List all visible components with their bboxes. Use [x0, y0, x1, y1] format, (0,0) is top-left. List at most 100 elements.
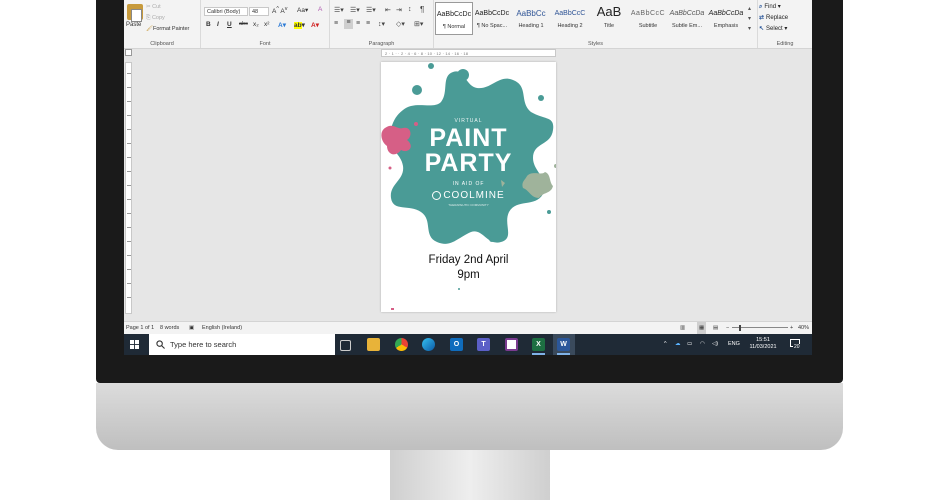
- notification-center-button[interactable]: 20: [789, 338, 802, 351]
- tab-selector[interactable]: [125, 49, 132, 56]
- clipboard-group: Paste ✂ Cut ⎘ Copy 🖌Format Painter Clipb…: [124, 0, 201, 48]
- excel-active-indicator: [532, 353, 545, 355]
- font-group: Calibri (Body) 48 A^ Av Aa▾ A B I U abc …: [201, 0, 330, 48]
- poster-title-line2: PARTY: [424, 149, 513, 177]
- style-emphasis[interactable]: AaBbCcDa Emphasis: [707, 2, 745, 35]
- print-layout-icon[interactable]: ▦: [697, 322, 707, 334]
- bullets-icon[interactable]: ☰▾: [334, 6, 344, 14]
- event-date[interactable]: Friday 2nd April: [381, 254, 556, 266]
- proofing-icon[interactable]: ▣: [189, 322, 194, 334]
- multilevel-list-icon[interactable]: ☰▾: [366, 6, 376, 14]
- teal-drop: [458, 288, 460, 290]
- style-normal[interactable]: AaBbCcDc ¶ Normal: [435, 2, 473, 35]
- paste-icon[interactable]: [127, 4, 143, 22]
- teal-drop: [547, 210, 551, 214]
- system-clock[interactable]: 15:51 11/03/2021: [748, 337, 778, 351]
- task-view-icon[interactable]: [340, 340, 351, 351]
- teal-drop: [538, 95, 544, 101]
- editing-group: Editing: [757, 0, 812, 48]
- word-active-indicator: [557, 353, 570, 355]
- styles-scroll-icon[interactable]: ▴ ▾ ▾: [748, 4, 751, 34]
- style-subtle-emphasis[interactable]: AaBbCcDa Subtle Em...: [668, 2, 706, 35]
- bold-button[interactable]: B: [206, 21, 211, 28]
- search-placeholder: Type here to search: [170, 340, 237, 349]
- teams-icon[interactable]: T: [477, 338, 490, 351]
- teal-drop: [457, 69, 469, 81]
- decrease-indent-icon[interactable]: ⇤: [385, 6, 391, 14]
- style-title[interactable]: AaB Title: [590, 2, 628, 35]
- clear-format-icon[interactable]: A: [318, 6, 322, 13]
- poster-org-logo: COOLMINE: [381, 190, 556, 201]
- taskbar-search-box[interactable]: Type here to search: [149, 334, 335, 355]
- file-explorer-icon[interactable]: [367, 338, 380, 351]
- editing-group-label: Editing: [776, 41, 794, 47]
- style-subtitle[interactable]: AaBbCcC Subtitle: [629, 2, 667, 35]
- vertical-ruler[interactable]: [125, 62, 132, 314]
- underline-button[interactable]: U: [227, 21, 232, 28]
- pilcrow-icon[interactable]: ¶: [420, 5, 424, 14]
- cut-button[interactable]: ✂ Cut: [146, 4, 161, 10]
- word-taskbar-button[interactable]: W: [553, 334, 575, 355]
- teal-drop: [412, 85, 422, 95]
- zoom-level[interactable]: 40%: [798, 322, 809, 334]
- strikethrough-button[interactable]: abc: [239, 21, 248, 27]
- web-layout-icon[interactable]: ▤: [713, 322, 718, 334]
- sort-icon[interactable]: ↕: [408, 6, 412, 13]
- subscript-button[interactable]: x₂: [253, 21, 259, 28]
- copy-button[interactable]: ⎘ Copy: [146, 15, 165, 22]
- align-left-icon[interactable]: ≡: [334, 20, 338, 27]
- numbering-icon[interactable]: ☰▾: [350, 6, 360, 14]
- style-heading-2[interactable]: AaBbCcC Heading 2: [551, 2, 589, 35]
- justify-icon[interactable]: ≡: [366, 20, 370, 27]
- paste-button[interactable]: Paste: [126, 22, 141, 28]
- zoom-slider-thumb[interactable]: [739, 325, 741, 331]
- style-no-spacing[interactable]: AaBbCcDc ¶ No Spac...: [473, 2, 511, 35]
- superscript-button[interactable]: x²: [264, 21, 269, 28]
- page-count[interactable]: Page 1 of 1: [126, 322, 154, 334]
- align-center-icon[interactable]: ≡: [344, 19, 353, 29]
- change-case-button[interactable]: Aa▾: [297, 6, 308, 14]
- network-icon[interactable]: ◠: [700, 334, 705, 355]
- increase-indent-icon[interactable]: ⇥: [396, 6, 402, 14]
- outlook-icon[interactable]: O: [450, 338, 463, 351]
- screen: Paste ✂ Cut ⎘ Copy 🖌Format Painter Clipb…: [124, 0, 812, 355]
- language-status[interactable]: English (Ireland): [202, 322, 242, 334]
- horizontal-ruler[interactable]: 2 · 1 · · 2 · 4 · 6 · 8 · 10 · 12 · 14 ·…: [381, 49, 556, 57]
- input-language[interactable]: ENG: [728, 334, 740, 355]
- onenote-icon[interactable]: [505, 338, 518, 351]
- style-heading-1[interactable]: AaBbCc Heading 1: [512, 2, 550, 35]
- edge-icon[interactable]: [422, 338, 435, 351]
- font-group-label: Font: [259, 41, 271, 47]
- paragraph-group: ☰▾ ☰▾ ☰▾ ⇤ ⇥ ↕ ¶ ≡ ≡ ≡ ≡ ↕▾ ◇▾ ⊞▾ Paragr…: [330, 0, 434, 48]
- battery-icon[interactable]: ▭: [687, 334, 692, 355]
- font-color-icon[interactable]: A▾: [311, 21, 319, 29]
- show-hidden-icons-icon[interactable]: ^: [664, 334, 667, 355]
- volume-icon[interactable]: ◁): [712, 334, 718, 355]
- teal-drop: [428, 63, 434, 69]
- event-time[interactable]: 9pm: [381, 269, 556, 281]
- shading-icon[interactable]: ◇▾: [396, 20, 405, 28]
- pink-drop: [391, 308, 394, 310]
- text-effects-icon[interactable]: A▾: [278, 21, 286, 29]
- paragraph-group-label: Paragraph: [368, 41, 395, 47]
- chrome-icon[interactable]: [395, 338, 408, 351]
- italic-button[interactable]: I: [217, 21, 219, 28]
- highlight-icon[interactable]: ab▾: [294, 21, 305, 29]
- align-right-icon[interactable]: ≡: [356, 20, 360, 27]
- borders-icon[interactable]: ⊞▾: [414, 20, 423, 28]
- document-page[interactable]: VIRTUAL PAINT PARTY IN AID OF COOLMINE T…: [381, 62, 556, 312]
- zoom-in-button[interactable]: +: [790, 322, 793, 334]
- onedrive-icon[interactable]: ☁: [675, 334, 681, 355]
- zoom-out-button[interactable]: −: [726, 322, 729, 334]
- styles-group-label: Styles: [588, 41, 603, 47]
- font-size-select[interactable]: 48: [249, 7, 269, 16]
- grow-font-button[interactable]: A^ Av: [272, 6, 287, 15]
- read-mode-icon[interactable]: ▥: [680, 322, 685, 334]
- format-painter-button[interactable]: 🖌Format Painter: [146, 26, 189, 32]
- word-count[interactable]: 8 words: [160, 322, 179, 334]
- line-spacing-icon[interactable]: ↕▾: [378, 20, 385, 28]
- excel-icon[interactable]: X: [532, 338, 545, 351]
- windows-start-icon[interactable]: [130, 340, 139, 349]
- font-family-select[interactable]: Calibri (Body): [204, 7, 248, 16]
- ruler-marks: 2 · 1 · · 2 · 4 · 6 · 8 · 10 · 12 · 14 ·…: [385, 51, 469, 56]
